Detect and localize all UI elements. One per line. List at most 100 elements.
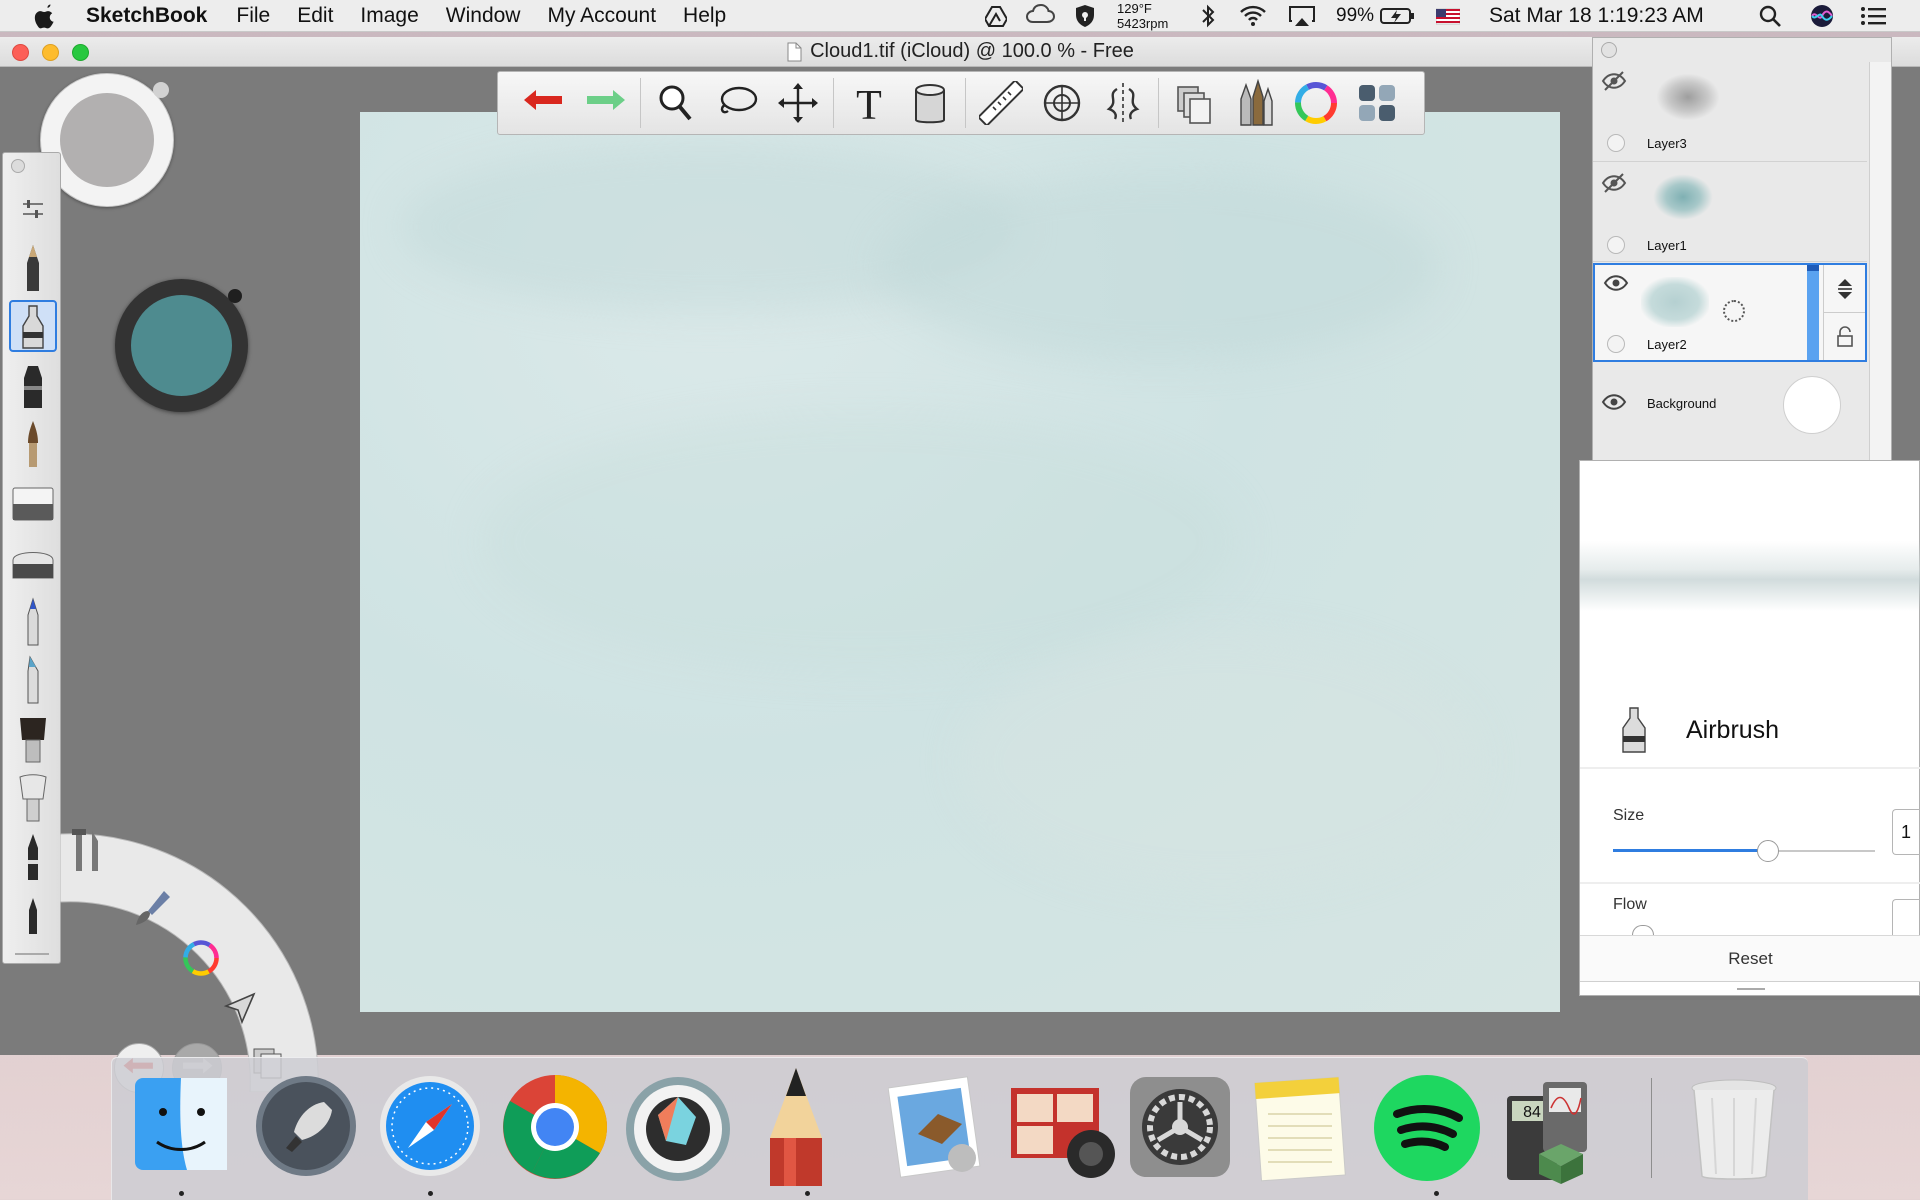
dock-pixelmator-icon[interactable] — [623, 1074, 733, 1184]
paintbrush-brush[interactable] — [9, 418, 57, 470]
brush-library-button[interactable] — [1229, 77, 1281, 129]
fine-pen-brush[interactable] — [9, 596, 57, 648]
undo-button[interactable] — [518, 77, 570, 129]
layer-menu-button[interactable] — [1823, 265, 1865, 313]
menu-file[interactable]: File — [236, 4, 270, 28]
layer-row[interactable]: Layer3 — [1593, 62, 1867, 162]
minimize-window-button[interactable] — [42, 44, 59, 61]
layer-select-radio[interactable] — [1607, 236, 1625, 254]
layer-panel-scrollbar[interactable] — [1869, 62, 1891, 472]
drawing-canvas[interactable] — [360, 112, 1560, 1012]
dock-finder-icon[interactable] — [131, 1074, 241, 1184]
google-drive-icon[interactable] — [985, 0, 1007, 32]
background-color-swatch[interactable] — [1783, 376, 1841, 434]
fill-bucket-button[interactable] — [904, 77, 956, 129]
layer-select-radio[interactable] — [1607, 134, 1625, 152]
brush-preview-stroke — [1580, 541, 1920, 611]
reset-button[interactable]: Reset — [1580, 936, 1920, 982]
visibility-hidden-icon[interactable] — [1601, 172, 1627, 194]
menu-image[interactable]: Image — [360, 4, 418, 28]
chisel-marker-brush[interactable] — [9, 654, 57, 706]
close-window-button[interactable] — [12, 44, 29, 61]
visibility-visible-icon[interactable] — [1603, 273, 1629, 293]
layer-opacity-bar[interactable] — [1807, 265, 1819, 360]
layer-select-radio[interactable] — [1607, 335, 1625, 353]
lagoon-selection-arrow-icon[interactable] — [222, 990, 258, 1031]
palette-resize-handle[interactable] — [15, 953, 49, 955]
layer-lock-button[interactable] — [1823, 313, 1865, 360]
notification-center-icon[interactable] — [1858, 0, 1888, 32]
dock-sketchbook-icon[interactable] — [766, 1066, 876, 1186]
dock-trash-icon[interactable] — [1686, 1074, 1796, 1184]
pencil-brush[interactable] — [9, 242, 57, 294]
wifi-icon[interactable] — [1238, 0, 1268, 32]
visibility-hidden-icon[interactable] — [1601, 70, 1627, 92]
symmetry-tool-button[interactable] — [1097, 77, 1149, 129]
fan-brush[interactable] — [9, 772, 57, 824]
color-puck[interactable] — [115, 279, 248, 412]
bluetooth-icon[interactable] — [1199, 0, 1217, 32]
layer-row[interactable]: Background — [1593, 362, 1867, 462]
us-flag-icon[interactable] — [1436, 0, 1460, 32]
layer-row[interactable]: Layer1 — [1593, 162, 1867, 262]
menu-help[interactable]: Help — [683, 4, 726, 28]
clock[interactable]: Sat Mar 18 1:19:23 AM — [1489, 0, 1704, 32]
dock-graphing-calculator-icon[interactable]: 84 — [1499, 1074, 1609, 1184]
eraser-brush[interactable] — [9, 478, 57, 530]
airplay-icon[interactable] — [1287, 0, 1317, 32]
battery-icon[interactable] — [1379, 0, 1415, 32]
menu-app-name[interactable]: SketchBook — [86, 4, 207, 28]
technical-pen-brush[interactable] — [9, 831, 57, 883]
zoom-tool-button[interactable] — [650, 77, 702, 129]
size-slider-thumb[interactable] — [1757, 840, 1779, 862]
dock-launchpad-icon[interactable] — [254, 1074, 364, 1184]
lagoon-color-wheel-icon[interactable] — [180, 937, 222, 984]
size-value-field[interactable]: 1 — [1892, 809, 1920, 855]
marker-brush[interactable] — [9, 360, 57, 412]
soft-eraser-brush[interactable] — [9, 536, 57, 588]
redo-button[interactable] — [579, 77, 631, 129]
menu-my-account[interactable]: My Account — [547, 4, 656, 28]
ink-pen-brush[interactable] — [9, 890, 57, 942]
puck-handle-icon[interactable] — [153, 82, 169, 98]
size-slider[interactable] — [1613, 840, 1875, 862]
dock-notes-icon[interactable] — [1252, 1074, 1362, 1184]
puck-handle-icon[interactable] — [228, 289, 242, 303]
siri-icon[interactable] — [1808, 0, 1836, 32]
ruler-tool-button[interactable] — [975, 77, 1027, 129]
dock-mail-icon[interactable] — [887, 1074, 998, 1184]
brush-settings-button[interactable] — [9, 183, 57, 235]
battery-percentage[interactable]: 99% — [1336, 0, 1374, 32]
palette-close-button[interactable] — [11, 159, 25, 173]
dock-spotify-icon[interactable] — [1373, 1074, 1483, 1184]
zoom-window-button[interactable] — [72, 44, 89, 61]
lagoon-brush-icon[interactable] — [130, 887, 174, 936]
security-shield-icon[interactable] — [1073, 0, 1097, 32]
layer-row-selected[interactable]: Layer2 — [1593, 263, 1867, 362]
layer-panel-close-button[interactable] — [1601, 42, 1617, 58]
airbrush-brush-selected[interactable] — [9, 300, 57, 352]
brush-panel-resize-handle[interactable] — [1737, 988, 1765, 990]
menu-edit[interactable]: Edit — [297, 4, 333, 28]
creative-cloud-icon[interactable] — [1024, 0, 1056, 32]
dock-system-preferences-icon[interactable] — [1127, 1074, 1237, 1184]
menu-window[interactable]: Window — [446, 4, 521, 28]
ellipse-guide-button[interactable] — [1036, 77, 1088, 129]
flow-value-field[interactable] — [1892, 899, 1920, 935]
transform-tool-button[interactable] — [772, 77, 824, 129]
wide-brush[interactable] — [9, 713, 57, 765]
dock-chrome-icon[interactable] — [502, 1074, 612, 1184]
layer-editor-button[interactable] — [1168, 77, 1220, 129]
system-monitor-readout[interactable]: 129°F 5423rpm — [1117, 0, 1168, 32]
spotlight-search-icon[interactable] — [1757, 0, 1783, 32]
flow-slider-thumb[interactable] — [1632, 925, 1654, 935]
visibility-visible-icon[interactable] — [1601, 392, 1627, 412]
dock-safari-icon[interactable] — [378, 1074, 488, 1184]
lasso-tool-button[interactable] — [711, 77, 763, 129]
lagoon-tools-icon[interactable] — [68, 825, 108, 880]
color-wheel-button[interactable] — [1290, 77, 1342, 129]
dock-photo-booth-icon[interactable] — [1005, 1074, 1115, 1184]
apple-menu-icon[interactable] — [28, 3, 64, 29]
copic-library-button[interactable] — [1351, 77, 1403, 129]
text-tool-button[interactable]: T — [843, 77, 895, 129]
